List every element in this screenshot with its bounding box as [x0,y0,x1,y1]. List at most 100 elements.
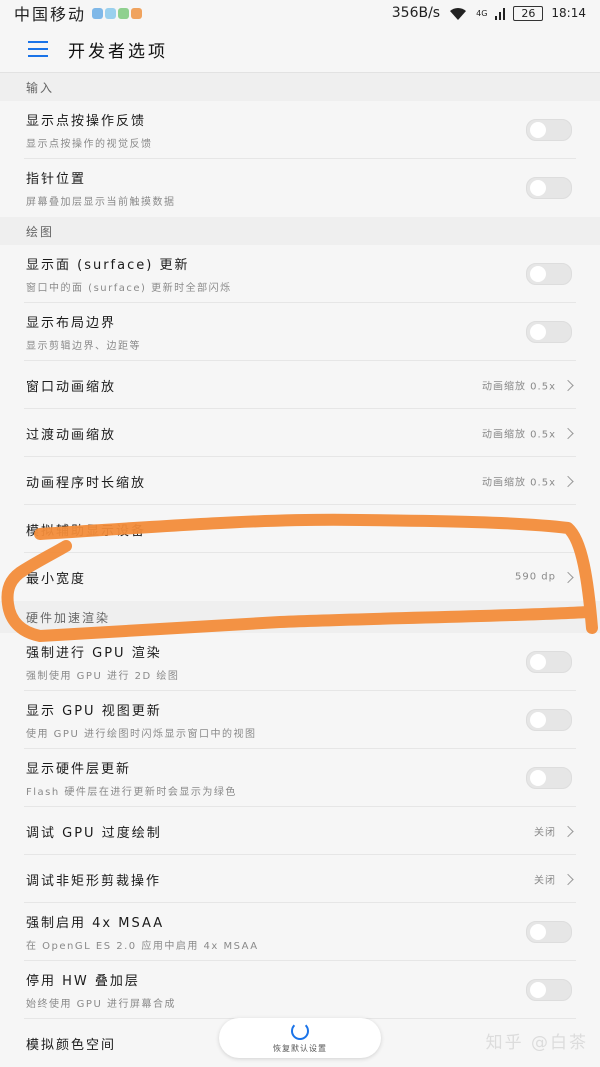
section-header-input: 输入 [0,73,600,101]
app-bar: 开发者选项 [0,26,600,73]
menu-icon-line [28,41,48,43]
setting-label: 强制启用 4x MSAA [26,916,165,931]
setting-value-text: 590 dp [515,571,556,583]
setting-debug-gpu-overdraw[interactable]: 调试 GPU 过度绘制 关闭 [0,807,600,855]
page-title: 开发者选项 [68,41,168,62]
signal-label: 4G [476,8,488,18]
toggle-knob [530,982,546,998]
hw-layers-toggle[interactable] [526,767,572,789]
setting-label: 显示 GPU 视图更新 [26,704,162,719]
setting-label: 窗口动画缩放 [26,379,117,395]
pointer-location-toggle[interactable] [526,177,572,199]
setting-summary: 始终使用 GPU 进行屏幕合成 [26,999,176,1010]
setting-label: 显示点按操作反馈 [26,114,147,129]
app-icon [131,7,143,19]
wifi-icon [450,7,467,20]
setting-label: 最小宽度 [26,571,87,587]
section-header-drawing: 绘图 [0,217,600,245]
section-header-hw-render: 硬件加速渲染 [0,601,600,633]
reset-defaults-button[interactable]: 恢复默认设置 [219,1018,381,1058]
surface-updates-toggle[interactable] [526,263,572,285]
setting-debug-non-rect-clip[interactable]: 调试非矩形剪裁操作 关闭 [0,855,600,903]
setting-summary: 使用 GPU 进行绘图时闪烁显示窗口中的视图 [26,729,257,740]
menu-icon[interactable] [28,41,48,57]
setting-force-4x-msaa[interactable]: 强制启用 4x MSAA 在 OpenGL ES 2.0 应用中启用 4x MS… [0,903,600,961]
chat-icon [92,7,104,19]
setting-value-text: 关闭 [534,875,556,887]
setting-label: 模拟颜色空间 [26,1037,117,1053]
setting-summary: 在 OpenGL ES 2.0 应用中启用 4x MSAA [26,941,259,952]
setting-disable-hw-overlays[interactable]: 停用 HW 叠加层 始终使用 GPU 进行屏幕合成 [0,961,600,1019]
setting-force-gpu-rendering[interactable]: 强制进行 GPU 渲染 强制使用 GPU 进行 2D 绘图 [0,633,600,691]
setting-transition-animation-scale[interactable]: 过渡动画缩放 动画缩放 0.5x [0,409,600,457]
setting-summary: Flash 硬件层在进行更新时会显示为绿色 [26,787,237,798]
chevron-right-icon [562,427,574,439]
setting-value-text: 动画缩放 0.5x [482,477,556,489]
setting-summary: 显示点按操作的视觉反馈 [26,139,153,150]
reset-defaults-label: 恢复默认设置 [273,1044,327,1053]
setting-layout-bounds[interactable]: 显示布局边界 显示剪辑边界、边距等 [0,303,600,361]
setting-simulate-secondary-display[interactable]: 模拟辅助显示设备 [0,505,600,553]
setting-label: 停用 HW 叠加层 [26,974,140,989]
setting-value: 动画缩放 0.5x [482,378,574,393]
setting-summary: 屏幕叠加层显示当前触摸数据 [26,197,176,208]
setting-label: 显示布局边界 [26,316,117,331]
setting-label: 显示面 (surface) 更新 [26,258,190,273]
setting-value: 动画缩放 0.5x [482,426,574,441]
toggle-knob [530,324,546,340]
status-left: 中国移动 [14,1,143,25]
setting-summary: 显示剪辑边界、边距等 [26,341,141,352]
setting-pointer-location[interactable]: 指针位置 屏幕叠加层显示当前触摸数据 [0,159,600,217]
status-bar: 中国移动 356B/s 4G 26 18:14 [0,0,600,26]
layout-bounds-toggle[interactable] [526,321,572,343]
battery-icon: 26 [513,5,544,21]
signal-icon [495,7,506,20]
setting-value-text: 关闭 [534,827,556,839]
clock: 18:14 [551,6,586,20]
status-right: 356B/s 4G 26 18:14 [392,5,586,21]
setting-label: 调试非矩形剪裁操作 [26,873,162,889]
watermark: 知乎 @白茶 [485,1033,588,1053]
force-gpu-toggle[interactable] [526,651,572,673]
setting-value-text: 动画缩放 0.5x [482,381,556,393]
setting-label: 动画程序时长缩放 [26,475,147,491]
setting-label: 指针位置 [26,172,87,187]
setting-label: 调试 GPU 过度绘制 [26,825,162,841]
toggle-knob [530,654,546,670]
toggle-knob [530,122,546,138]
show-taps-toggle[interactable] [526,119,572,141]
chevron-right-icon [562,475,574,487]
setting-show-taps[interactable]: 显示点按操作反馈 显示点按操作的视觉反馈 [0,101,600,159]
notification-icons [92,7,143,19]
setting-value: 590 dp [515,571,574,583]
menu-icon-line [28,55,48,57]
toggle-knob [530,712,546,728]
gpu-view-updates-toggle[interactable] [526,709,572,731]
chevron-right-icon [562,379,574,391]
setting-label: 模拟辅助显示设备 [26,523,147,539]
setting-label: 显示硬件层更新 [26,762,132,777]
qq-icon [118,7,130,19]
toggle-knob [530,266,546,282]
battery-level: 26 [521,6,536,20]
setting-gpu-view-updates[interactable]: 显示 GPU 视图更新 使用 GPU 进行绘图时闪烁显示窗口中的视图 [0,691,600,749]
setting-animator-duration-scale[interactable]: 动画程序时长缩放 动画缩放 0.5x [0,457,600,505]
setting-window-animation-scale[interactable]: 窗口动画缩放 动画缩放 0.5x [0,361,600,409]
settings-screen: 中国移动 356B/s 4G 26 18:14 开发者选项 输入 显示点按操作反… [0,0,600,1067]
toggle-knob [530,924,546,940]
setting-summary: 强制使用 GPU 进行 2D 绘图 [26,671,180,682]
setting-smallest-width[interactable]: 最小宽度 590 dp [0,553,600,601]
setting-label: 强制进行 GPU 渲染 [26,646,162,661]
menu-icon-line [28,48,48,50]
toggle-knob [530,180,546,196]
setting-hw-layers-updates[interactable]: 显示硬件层更新 Flash 硬件层在进行更新时会显示为绿色 [0,749,600,807]
refresh-icon [291,1022,309,1040]
toggle-knob [530,770,546,786]
setting-value: 动画缩放 0.5x [482,474,574,489]
chevron-right-icon [562,825,574,837]
disable-overlays-toggle[interactable] [526,979,572,1001]
msaa-toggle[interactable] [526,921,572,943]
setting-value: 关闭 [534,824,574,839]
setting-summary: 窗口中的面 (surface) 更新时全部闪烁 [26,283,232,294]
setting-surface-updates[interactable]: 显示面 (surface) 更新 窗口中的面 (surface) 更新时全部闪烁 [0,245,600,303]
